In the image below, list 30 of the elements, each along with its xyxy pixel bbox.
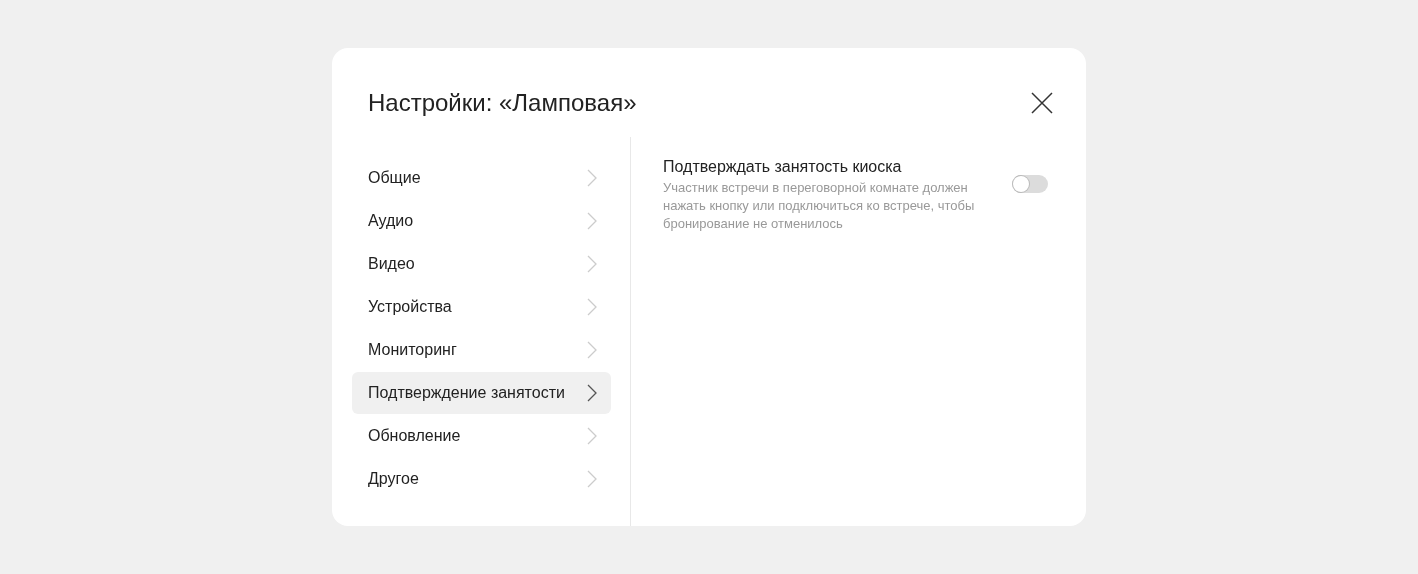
chevron-icon (587, 384, 597, 402)
chevron-icon (587, 427, 597, 445)
close-icon (1030, 91, 1054, 115)
setting-description: Участник встречи в переговорной комнате должен нажать кнопку или подключиться ко встрече, чтобы бронирование не отменилось (663, 179, 976, 233)
sidebar-item-label: Аудио (368, 212, 414, 230)
chevron-icon (587, 341, 597, 359)
chevron-icon (587, 212, 597, 230)
sidebar-item[interactable]: Аудио (352, 200, 611, 242)
dialog-title: Настройки: «Ламповая» (368, 89, 637, 117)
sidebar-item[interactable]: Видео (352, 243, 611, 285)
toggle-switch[interactable] (1012, 175, 1048, 193)
sidebar-item-label: Мониторинг (368, 341, 457, 359)
chevron-icon (587, 470, 597, 488)
sidebar-item-label: Подтверждение занятости (368, 384, 565, 402)
sidebar-item[interactable]: Другое (352, 458, 611, 500)
sidebar-item-label: Видео (368, 255, 415, 273)
sidebar-item-label: Обновление (368, 427, 461, 445)
chevron-icon (587, 169, 597, 187)
sidebar-item[interactable]: Устройства (352, 286, 611, 328)
chevron-icon (587, 255, 597, 273)
sidebar-item-label: Устройства (368, 298, 452, 316)
setting-title: Подтверждать занятость киоска (663, 158, 903, 176)
sidebar-item[interactable]: Обновление (352, 415, 611, 457)
chevron-icon (587, 298, 597, 316)
close-button[interactable] (1030, 91, 1054, 115)
sidebar-item[interactable]: Общие (352, 157, 611, 199)
sidebar-item[interactable]: Подтверждение занятости (352, 372, 611, 414)
sidebar-item[interactable]: Мониторинг (352, 329, 611, 371)
sidebar-item-label: Другое (368, 470, 419, 488)
sidebar-item-label: Общие (368, 169, 421, 187)
